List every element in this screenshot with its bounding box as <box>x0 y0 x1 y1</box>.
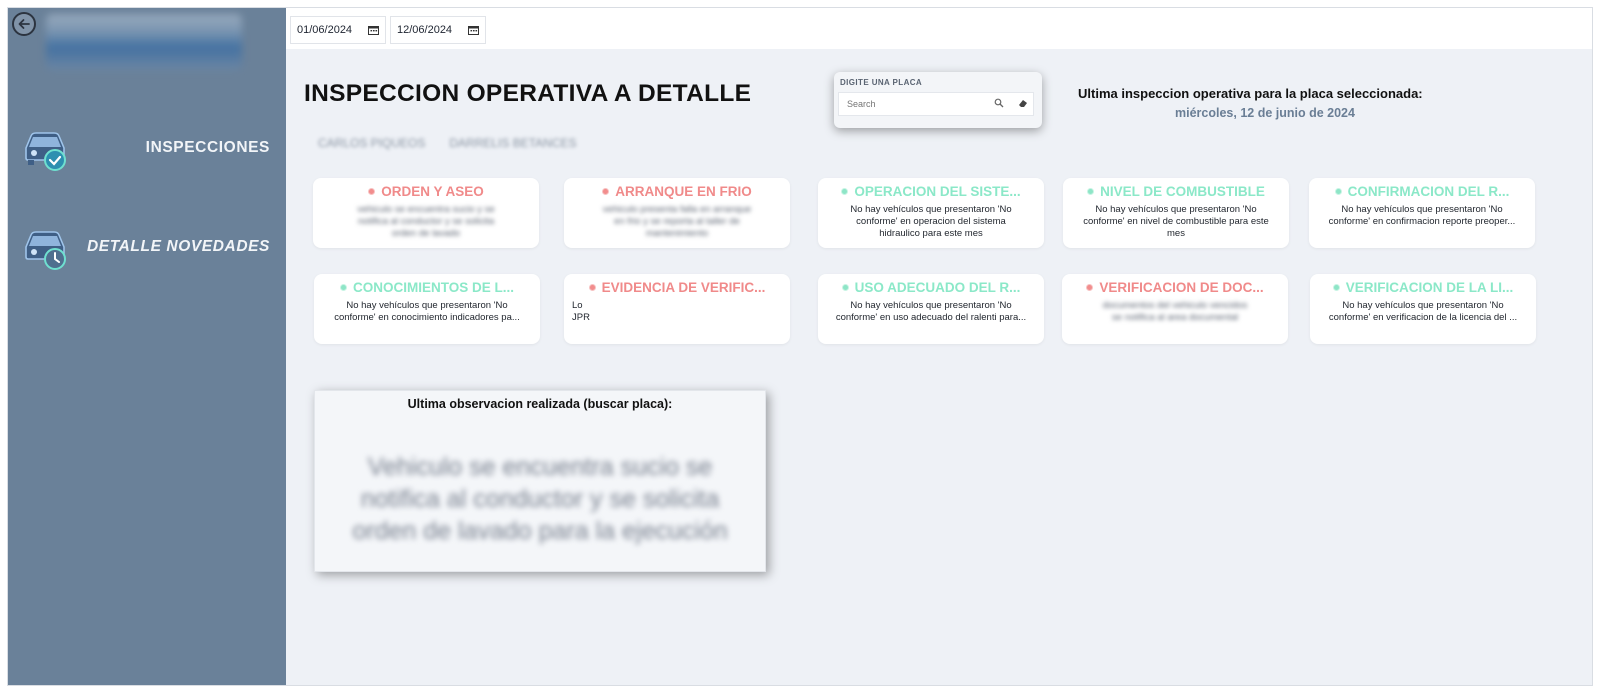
calendar-icon[interactable] <box>368 25 379 35</box>
card-title: OPERACION DEL SISTE... <box>824 184 1038 199</box>
status-dot-icon <box>841 283 849 291</box>
card-body: No hay vehículos que presentaron 'No conf… <box>835 300 1027 323</box>
filter-bar: 01/06/2024 12/06/2024 <box>286 8 1592 49</box>
date-start-value: 01/06/2024 <box>297 24 353 36</box>
status-dot-icon <box>602 187 610 195</box>
page-title: INSPECCION OPERATIVA A DETALLE <box>304 80 752 107</box>
eraser-icon[interactable] <box>1018 98 1028 108</box>
status-dot-icon <box>1332 283 1340 291</box>
date-start-field[interactable]: 01/06/2024 <box>290 16 386 44</box>
card-title: EVIDENCIA DE VERIFIC... <box>570 280 784 295</box>
nav-detalle-novedades[interactable]: DETALLE NOVEDADES <box>8 221 286 277</box>
status-dot-icon <box>1086 283 1094 291</box>
card-title: NIVEL DE COMBUSTIBLE <box>1069 184 1283 199</box>
date-end-field[interactable]: 12/06/2024 <box>390 16 486 44</box>
card-body: No hay vehículos que presentaron 'No conf… <box>1083 204 1269 239</box>
chip[interactable]: DARRELIS BETANCES <box>449 136 576 150</box>
card-title: ORDEN Y ASEO <box>319 184 533 199</box>
card-title: CONFIRMACION DEL R... <box>1315 184 1529 199</box>
card-evidencia-de-verificacion[interactable]: EVIDENCIA DE VERIFIC... Lo JPR <box>564 274 790 344</box>
card-verificacion-de-la-licencia[interactable]: VERIFICACION DE LA LI... No hay vehículo… <box>1310 274 1536 344</box>
card-verificacion-de-documentos[interactable]: VERIFICACION DE DOC... documentos del ve… <box>1062 274 1288 344</box>
observation-title: Ultima observacion realizada (buscar pla… <box>407 397 673 411</box>
card-body: No hay vehículos que presentaron 'No conf… <box>1328 300 1518 323</box>
date-end-value: 12/06/2024 <box>397 24 453 36</box>
status-dot-icon <box>368 187 376 195</box>
card-body: documentos del vehiculo vencidos se notif… <box>1102 300 1248 323</box>
chip[interactable]: CARLOS PIQUEOS <box>318 136 425 150</box>
search-icon[interactable] <box>994 98 1004 108</box>
card-title: USO ADECUADO DEL R... <box>824 280 1038 295</box>
card-body: Lo JPR <box>572 300 590 323</box>
card-orden-y-aseo[interactable]: ORDEN Y ASEO vehiculo se encuentra sucio… <box>313 178 539 248</box>
status-dot-icon <box>588 283 596 291</box>
card-operacion-del-sistema[interactable]: OPERACION DEL SISTE... No hay vehículos … <box>818 178 1044 248</box>
status-dot-icon <box>1334 187 1342 195</box>
sidebar: INSPECCIONES DETALLE NOVEDADES <box>8 8 286 685</box>
card-uso-adecuado-del-ralenti[interactable]: USO ADECUADO DEL R... No hay vehículos q… <box>818 274 1044 344</box>
observation-text: Vehiculo se encuentra sucio se notifica … <box>352 453 728 545</box>
status-dot-icon <box>339 283 347 291</box>
status-dot-icon <box>841 187 849 195</box>
card-title: VERIFICACION DE LA LI... <box>1316 280 1530 295</box>
nav-label-inspecciones: INSPECCIONES <box>145 139 270 156</box>
back-button[interactable] <box>12 12 36 36</box>
last-inspection-date: miércoles, 12 de junio de 2024 <box>1175 106 1355 120</box>
card-body: No hay vehículos que presentaron 'No conf… <box>1328 204 1516 227</box>
card-body: vehiculo presenta falla en arranque en fr… <box>602 204 752 239</box>
card-confirmacion-del-reporte[interactable]: CONFIRMACION DEL R... No hay vehículos q… <box>1309 178 1535 248</box>
plate-search-panel: DIGITE UNA PLACA <box>834 72 1042 128</box>
arrow-left-icon <box>18 19 30 29</box>
card-body: No hay vehículos que presentaron 'No conf… <box>850 204 1012 239</box>
card-conocimientos[interactable]: CONOCIMIENTOS DE L... No hay vehículos q… <box>314 274 540 344</box>
status-dot-icon <box>1087 187 1095 195</box>
nav-inspecciones[interactable]: INSPECCIONES <box>8 122 286 178</box>
card-title: CONOCIMIENTOS DE L... <box>320 280 534 295</box>
last-inspection-title: Ultima inspeccion operativa para la plac… <box>1078 86 1423 101</box>
card-body: No hay vehículos que presentaron 'No conf… <box>334 300 520 323</box>
search-input[interactable] <box>838 92 1034 116</box>
card-nivel-de-combustible[interactable]: NIVEL DE COMBUSTIBLE No hay vehículos qu… <box>1063 178 1289 248</box>
last-observation-panel: Ultima observacion realizada (buscar pla… <box>314 390 766 572</box>
nav-label-detalle-novedades: DETALLE NOVEDADES <box>86 238 270 255</box>
car-check-icon <box>25 132 66 171</box>
card-title: VERIFICACION DE DOC... <box>1068 280 1282 295</box>
company-logo <box>46 14 242 70</box>
search-label: DIGITE UNA PLACA <box>840 78 923 87</box>
car-clock-icon <box>25 231 66 270</box>
calendar-icon[interactable] <box>468 25 479 35</box>
card-title: ARRANQUE EN FRIO <box>570 184 784 199</box>
card-arranque-en-frio[interactable]: ARRANQUE EN FRIO vehiculo presenta falla… <box>564 178 790 248</box>
report-canvas: INSPECCIONES DETALLE NOVEDADES 01/06/202… <box>7 7 1593 686</box>
chip-row: CARLOS PIQUEOS DARRELIS BETANCES <box>318 136 577 150</box>
card-body: vehiculo se encuentra sucio y se notifica… <box>357 204 495 239</box>
